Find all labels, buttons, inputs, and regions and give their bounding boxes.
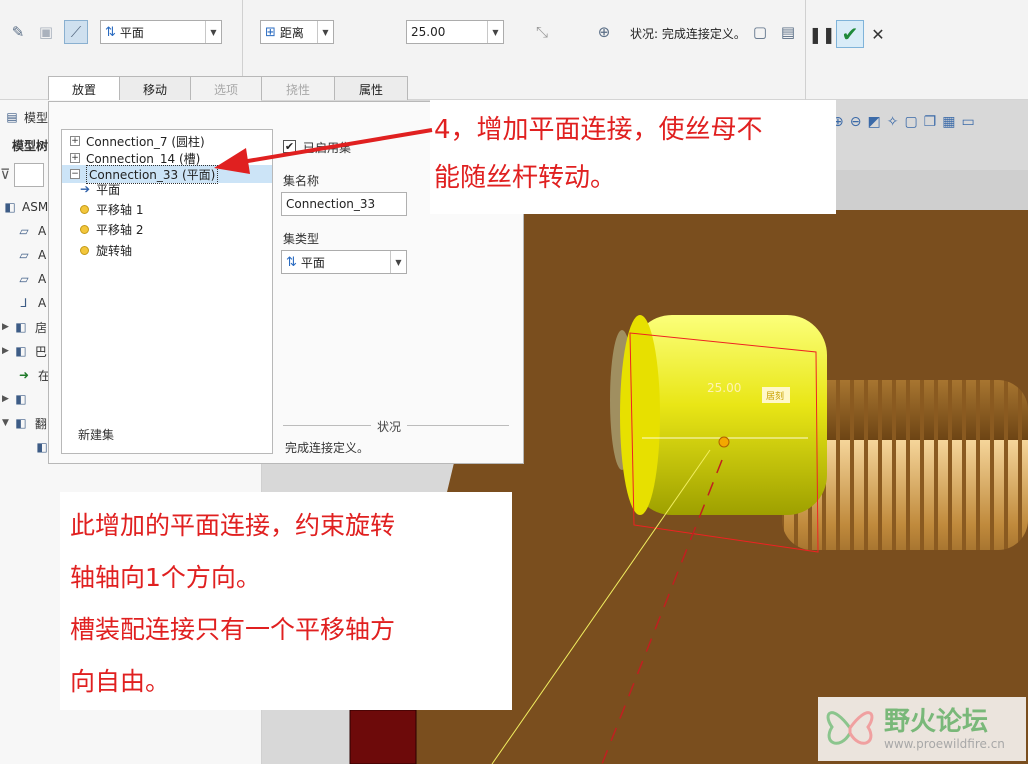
planar-connection-icon: ⇅ [286, 254, 297, 270]
annotation-arrow [214, 128, 433, 174]
annotation-callout-bottom: 此增加的平面连接，约束旋转 轴轴向1个方向。 槽装配连接只有一个平移轴方 向自由… [60, 492, 512, 710]
set-type-combo[interactable]: ⇅ 平面 ▼ [281, 250, 407, 274]
yellow-dot-icon [80, 204, 89, 214]
butterfly-logo-icon [826, 711, 874, 745]
datum-plane-icon: ▱ [19, 272, 29, 286]
distance-icon: ⊞ [265, 24, 276, 40]
planar-connection-icon: ⇅ [105, 24, 116, 40]
saved-views-icon[interactable]: ❐ [924, 114, 937, 130]
part-icon: ◧ [15, 416, 27, 430]
tree-item[interactable]: ➜ 在 [16, 364, 50, 386]
window-icon[interactable]: ▢ [748, 20, 772, 44]
new-set-link[interactable]: 新建集 [78, 426, 114, 443]
tree-item[interactable]: ▶ ◧ 扂 [2, 316, 47, 338]
set-name-input[interactable]: Connection_33 [281, 192, 407, 216]
tab-flexibility: 挠性 [261, 76, 335, 102]
arrow-right-icon: ➔ [80, 182, 91, 196]
collapse-icon[interactable]: − [70, 169, 80, 179]
expand-arrow-icon[interactable]: ▶ [2, 394, 9, 404]
chevron-down-icon[interactable]: ▼ [317, 21, 333, 43]
chevron-down-icon[interactable]: ▼ [205, 21, 221, 43]
repaint-icon[interactable]: ✧ [887, 114, 899, 130]
confirm-checkmark-icon[interactable]: ✔ [836, 20, 864, 48]
model-tree-subheader: 模型树 [12, 138, 49, 153]
coordinate-system-icon: ⅃ [20, 296, 28, 310]
refit-icon[interactable]: ◩ [867, 114, 880, 130]
dimension-value[interactable]: 25.00 [707, 381, 741, 395]
tree-item[interactable]: ▶ ◧ 巴 [2, 340, 47, 362]
chevron-down-icon[interactable]: ▼ [390, 251, 406, 273]
tab-properties[interactable]: 属性 [334, 76, 408, 102]
view-manager-icon[interactable]: ▭ [961, 114, 974, 130]
part-icon: ◧ [15, 392, 27, 406]
tree-item[interactable]: ▱ A [16, 244, 46, 266]
assembly-icon: ◧ [4, 200, 16, 214]
insert-arrow-icon: ➜ [18, 368, 30, 382]
yellow-dot-icon [80, 245, 89, 255]
datum-plane-icon: ▱ [19, 248, 29, 262]
watermark: 野火论坛 www.proewildfire.cn [818, 697, 1026, 761]
expand-icon[interactable]: + [70, 136, 80, 146]
constraint-item[interactable]: 平移轴 2 [80, 219, 143, 239]
dimension-tag: 居刻 [766, 390, 784, 402]
tree-root[interactable]: ◧ ASM [2, 196, 48, 218]
status-message: 完成连接定义。 [285, 441, 370, 455]
part-icon: ◧ [15, 320, 27, 334]
edit-icon[interactable]: ✎ [6, 20, 30, 44]
tree-item[interactable]: ▶ ◧ [2, 388, 35, 410]
snapshot-icon[interactable]: ▦ [942, 114, 955, 130]
arrow-head [214, 148, 250, 174]
cancel-close-icon[interactable]: ✕ [866, 22, 890, 46]
coordinate-icon[interactable]: ⊕ [592, 20, 616, 44]
status-heading: 状况 [371, 418, 408, 435]
pause-icon[interactable]: ❚❚ [809, 22, 836, 46]
offset-type-combo[interactable]: ⊞ 距离 ▼ [260, 20, 334, 44]
tab-options: 选项 [190, 76, 262, 102]
tree-item[interactable]: ▼ ◧ 翻 [2, 412, 47, 434]
tab-move[interactable]: 移动 [119, 76, 191, 102]
tree-filter-input[interactable] [14, 163, 45, 187]
constraint-item[interactable]: ➔ 平面 [80, 179, 120, 199]
placement-icon[interactable]: ▣ [34, 20, 58, 44]
flip-icon[interactable]: ⤡ [530, 20, 554, 44]
tab-placement[interactable]: 放置 [48, 76, 120, 102]
arrow-shaft [241, 128, 433, 164]
tree-item[interactable]: ⅃ A [16, 292, 47, 314]
watermark-url: www.proewildfire.cn [884, 737, 1005, 751]
constraint-icon[interactable]: ⟋ [64, 20, 88, 44]
constraint-item[interactable]: 平移轴 1 [80, 199, 143, 219]
dashboard-tabs: 放置 移动 选项 挠性 属性 [48, 76, 408, 102]
yellow-dot-icon [80, 224, 89, 234]
constraint-item[interactable]: 旋转轴 [80, 240, 132, 260]
connection-type-combo[interactable]: ⇅ 平面 ▼ [100, 20, 222, 44]
watermark-title: 野火论坛 [884, 707, 989, 737]
tree-icon: ▤ [6, 110, 18, 124]
expand-arrow-icon[interactable]: ▶ [2, 322, 9, 332]
datum-plane-icon: ▱ [19, 224, 29, 238]
annotation-callout-top: 4，增加平面连接，使丝母不 能随丝杆转动。 [430, 100, 836, 214]
panel-icon[interactable]: ▤ [776, 20, 800, 44]
view-box-icon[interactable]: ▢ [904, 114, 917, 130]
ribbon-divider [805, 0, 806, 100]
status-text: 状况: 完成连接定义。 [630, 27, 746, 41]
tree-item[interactable]: ▱ A [16, 268, 46, 290]
expand-arrow-icon[interactable]: ▶ [2, 346, 9, 356]
tree-item[interactable]: ▱ A [16, 220, 46, 242]
drag-handle[interactable] [718, 436, 730, 448]
nut-front-face [620, 315, 660, 515]
expand-icon[interactable]: + [70, 153, 80, 163]
zoom-out-icon[interactable]: ⊖ [850, 114, 862, 130]
tree-filter[interactable]: ⊽ [0, 163, 45, 187]
nut-body [632, 315, 827, 515]
offset-value-input[interactable]: 25.00 ▼ [406, 20, 504, 44]
view-toolbar: ⊕ ⊖ ◩ ✧ ▢ ❐ ▦ ▭ [832, 114, 975, 130]
red-block [349, 709, 417, 764]
collapse-arrow-icon[interactable]: ▼ [2, 418, 9, 428]
filter-icon[interactable]: ⊽ [0, 167, 10, 183]
part-icon: ◧ [15, 344, 27, 358]
set-type-label: 集类型 [283, 232, 320, 246]
chevron-down-icon[interactable]: ▼ [487, 21, 503, 43]
